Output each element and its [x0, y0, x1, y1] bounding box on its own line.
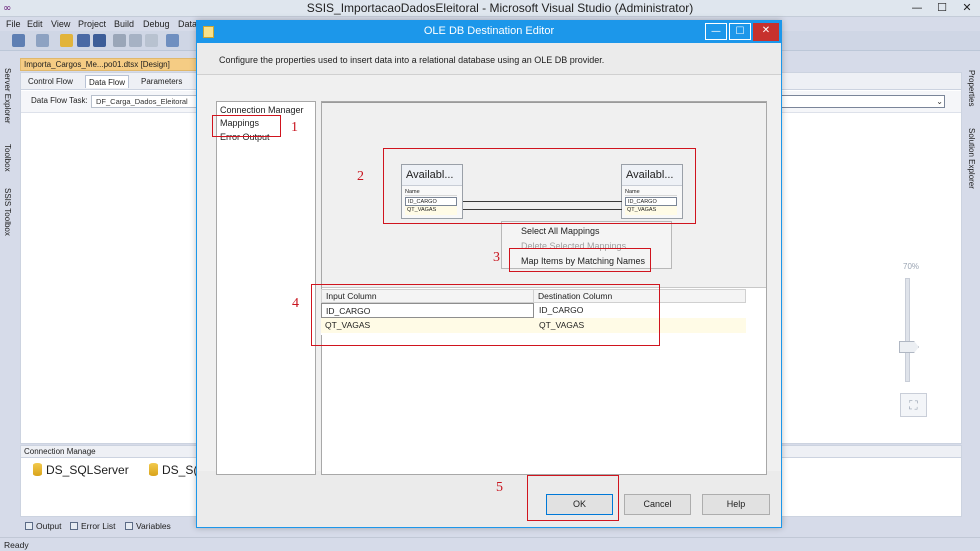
- connection-manager-item[interactable]: DS_SQLServer: [33, 462, 129, 478]
- visual-studio-icon: ∞: [3, 3, 12, 14]
- copy-icon[interactable]: [129, 34, 142, 47]
- vs-title-bar: ∞ SSIS_ImportacaoDadosEleitoral - Micros…: [0, 0, 980, 17]
- vs-window-title: SSIS_ImportacaoDadosEleitoral - Microsof…: [306, 1, 694, 15]
- annotation-number: 2: [357, 169, 364, 184]
- tab-parameters[interactable]: Parameters: [138, 75, 185, 88]
- menu-project[interactable]: Project: [78, 18, 106, 30]
- zoom-level: 70%: [903, 262, 920, 271]
- dialog-description: Configure the properties used to insert …: [219, 55, 605, 65]
- add-item-icon[interactable]: [36, 34, 49, 47]
- data-flow-task-label: Data Flow Task:: [31, 96, 88, 105]
- connection-manager-label: DS_SQLServer: [46, 463, 129, 477]
- status-text: Ready: [4, 540, 29, 550]
- database-icon: [33, 463, 42, 476]
- maximize-icon[interactable]: ☐: [929, 0, 955, 16]
- connection-manager-label: DS_S(: [162, 463, 198, 477]
- editor-nav-list: Connection Manager Mappings Error Output: [216, 101, 316, 475]
- dialog-title-bar: OLE DB Destination Editor — ☐ ✕: [197, 21, 781, 43]
- annotation-number: 3: [493, 250, 500, 265]
- chevron-down-icon: ⌄: [936, 97, 943, 106]
- document-tab[interactable]: Importa_Cargos_Me...po01.dtsx [Design]: [20, 58, 200, 71]
- toolbox-tab[interactable]: Toolbox: [1, 144, 13, 172]
- cancel-button[interactable]: Cancel: [624, 494, 691, 515]
- data-flow-task-select[interactable]: DF_Carga_Dados_Eleitoral: [91, 95, 197, 108]
- annotation-number: 1: [291, 120, 298, 135]
- output-icon: [25, 522, 33, 530]
- minimize-icon[interactable]: —: [904, 0, 930, 16]
- minimize-icon[interactable]: —: [705, 23, 727, 40]
- close-icon[interactable]: ✕: [954, 0, 980, 16]
- ssis-toolbox-tab[interactable]: SSIS Toolbox: [1, 188, 13, 236]
- status-bar: Ready: [0, 537, 980, 551]
- cut-icon[interactable]: [113, 34, 126, 47]
- annotation-box-mapping-diagram: [383, 148, 696, 224]
- error-list-tab[interactable]: Error List: [67, 519, 120, 534]
- maximize-icon[interactable]: ☐: [729, 23, 751, 40]
- save-icon[interactable]: [77, 34, 90, 47]
- properties-tab[interactable]: Properties: [965, 70, 977, 106]
- open-folder-icon[interactable]: [60, 34, 73, 47]
- close-icon[interactable]: ✕: [753, 23, 779, 41]
- undo-icon[interactable]: [166, 34, 179, 47]
- connection-managers-title: Connection Manage: [24, 447, 96, 456]
- annotation-box-ok-button: [527, 475, 619, 521]
- select-all-mappings-item[interactable]: Select All Mappings: [521, 226, 600, 237]
- menu-debug[interactable]: Debug: [143, 18, 170, 30]
- menu-edit[interactable]: Edit: [27, 18, 43, 30]
- document-tab-label: Importa_Cargos_Me...po01.dtsx [Design]: [24, 60, 170, 69]
- connection-manager-item[interactable]: DS_S(: [149, 462, 197, 478]
- menu-view[interactable]: View: [51, 18, 70, 30]
- right-tool-window-strip: Properties Solution Explorer: [964, 56, 980, 256]
- annotation-box-map-by-name: [509, 248, 651, 272]
- variables-icon: [125, 522, 133, 530]
- zoom-slider-track[interactable]: [905, 278, 910, 382]
- annotation-number: 4: [292, 296, 299, 311]
- error-list-icon: [70, 522, 78, 530]
- tab-control-flow[interactable]: Control Flow: [25, 75, 76, 88]
- left-tool-window-strip: Server Explorer Toolbox SSIS Toolbox: [0, 68, 14, 268]
- component-select[interactable]: ⌄: [781, 95, 945, 108]
- error-list-tab-label: Error List: [81, 521, 116, 531]
- dialog-title: OLE DB Destination Editor: [423, 25, 555, 37]
- variables-tab[interactable]: Variables: [122, 519, 175, 534]
- annotation-number: 5: [496, 480, 503, 495]
- variables-tab-label: Variables: [136, 521, 171, 531]
- annotation-box-mapping-grid: [311, 284, 660, 346]
- solution-explorer-tab[interactable]: Solution Explorer: [965, 128, 977, 189]
- server-explorer-tab[interactable]: Server Explorer: [1, 68, 13, 124]
- database-icon: [149, 463, 158, 476]
- zoom-to-fit-icon[interactable]: ⛶: [900, 393, 927, 417]
- output-tab[interactable]: Output: [22, 519, 66, 534]
- new-project-icon[interactable]: [12, 34, 25, 47]
- help-button[interactable]: Help: [702, 494, 770, 515]
- menu-build[interactable]: Build: [114, 18, 134, 30]
- annotation-box-mappings: [212, 115, 281, 137]
- output-tab-label: Output: [36, 521, 62, 531]
- tab-data-flow[interactable]: Data Flow: [85, 75, 130, 88]
- save-all-icon[interactable]: [93, 34, 106, 47]
- menu-data[interactable]: Data: [178, 18, 197, 30]
- paste-icon[interactable]: [145, 34, 158, 47]
- menu-file[interactable]: File: [6, 18, 21, 30]
